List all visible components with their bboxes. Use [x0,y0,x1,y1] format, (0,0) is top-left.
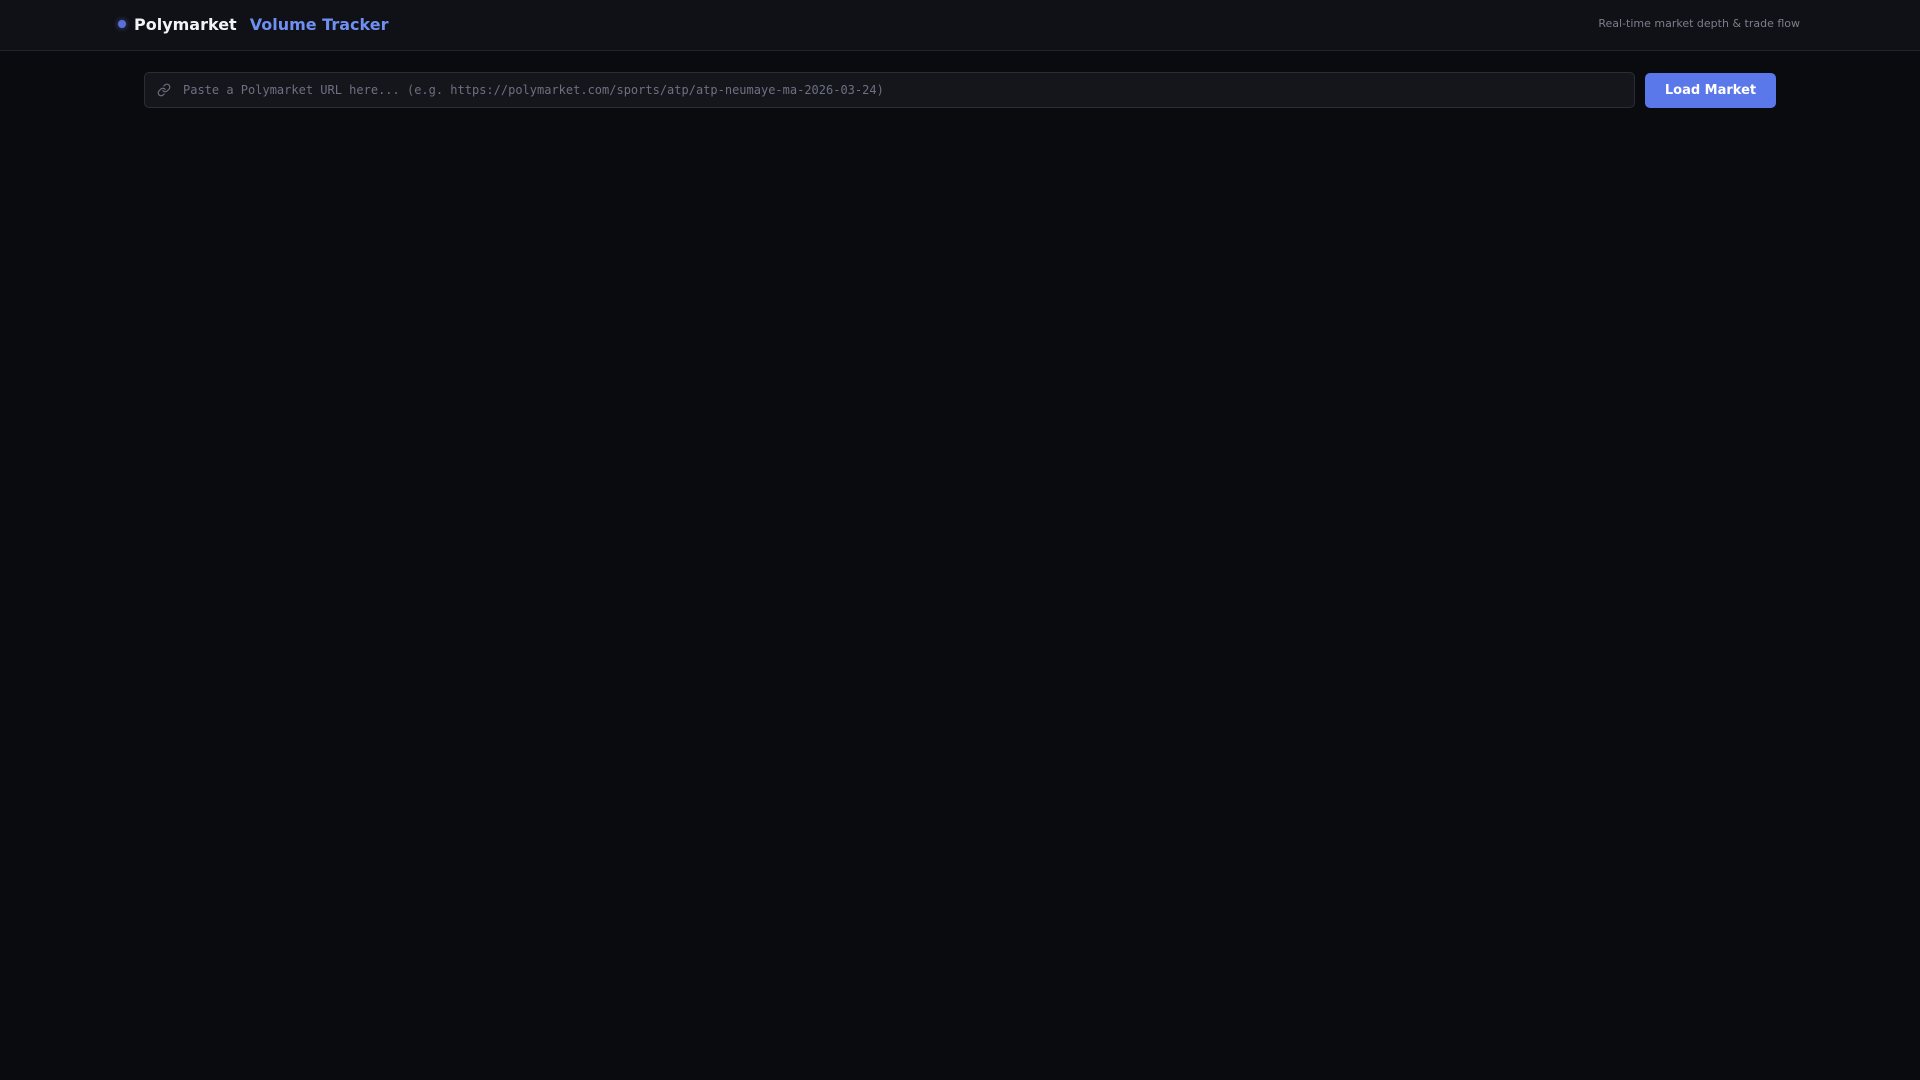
load-market-button[interactable]: Load Market [1645,72,1776,108]
url-field[interactable] [144,72,1635,108]
url-input[interactable] [183,73,1634,107]
top-header: Polymarket Volume Tracker Real-time mark… [0,0,1920,51]
status-dot-icon [118,20,126,28]
brand: Polymarket Volume Tracker [118,12,388,36]
link-icon [156,82,172,98]
brand-name: Polymarket [134,14,237,34]
market-loader: Load Market [144,72,1776,108]
brand-subtitle: Volume Tracker [249,14,389,34]
header-tagline: Real-time market depth & trade flow [1598,17,1800,30]
